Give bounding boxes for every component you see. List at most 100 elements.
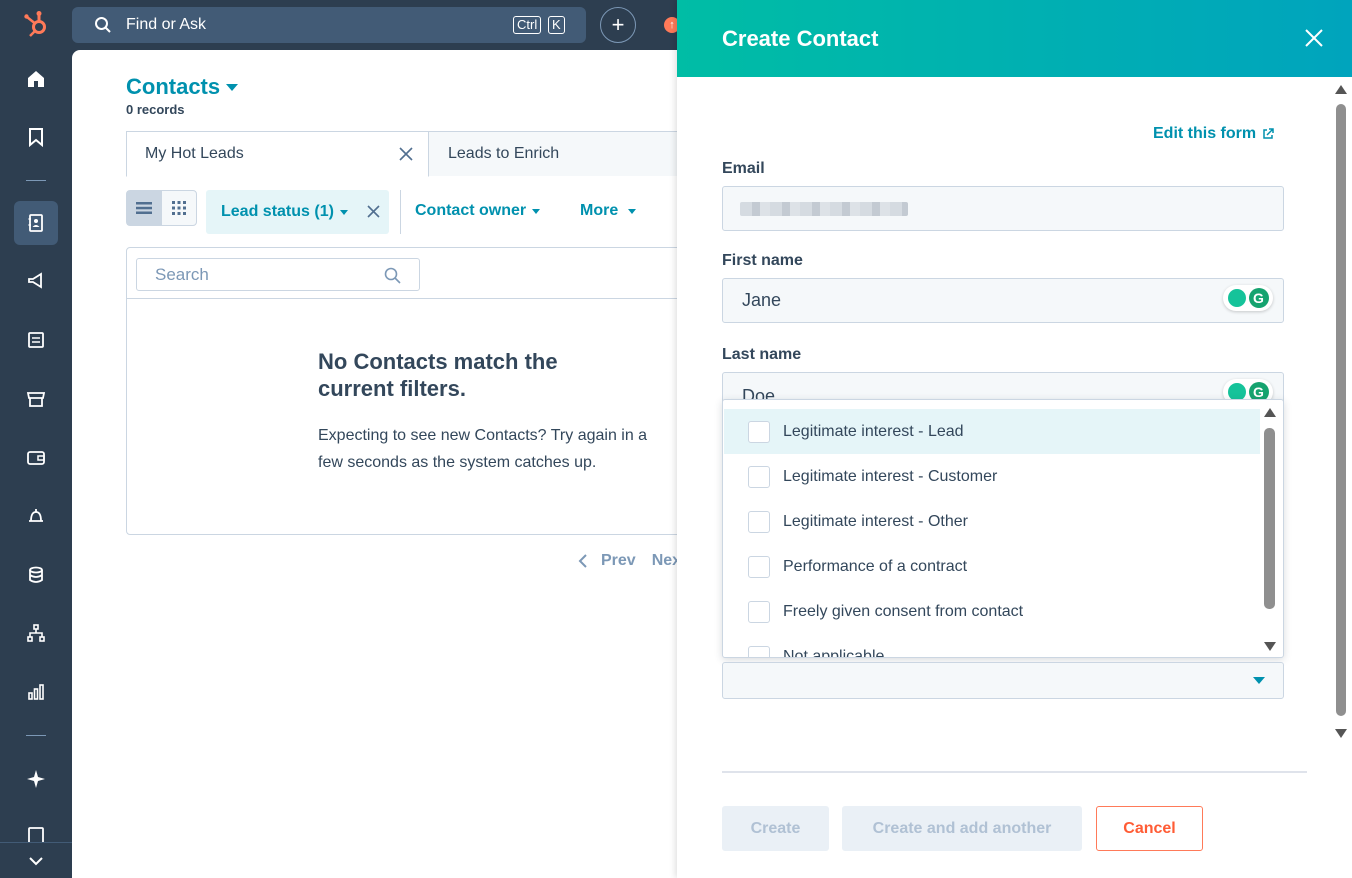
contact-owner-filter-label: Contact owner — [415, 202, 527, 219]
lead-status-filter[interactable]: Lead status (1) — [206, 190, 389, 234]
first-name-label: First name — [722, 252, 803, 269]
option-label: Not applicable — [783, 647, 885, 658]
close-icon[interactable] — [366, 204, 381, 219]
search-icon — [95, 17, 111, 33]
caret-down-icon — [532, 208, 541, 214]
legal-basis-dropdown: Legitimate interest - Lead Legitimate in… — [722, 399, 1284, 658]
more-filters[interactable]: More — [580, 202, 637, 220]
first-name-value: Jane — [742, 290, 782, 310]
prev-page-button[interactable]: Prev — [601, 552, 636, 570]
checkbox[interactable] — [748, 600, 770, 623]
marketing-megaphone-icon[interactable] — [14, 259, 58, 303]
option-label: Legitimate interest - Lead — [783, 422, 964, 440]
dropdown-option[interactable]: Legitimate interest - Other — [724, 499, 1260, 544]
top-bar: Find or Ask Ctrl K + ↑ — [72, 0, 692, 50]
wallet-icon[interactable] — [14, 436, 58, 480]
option-label: Legitimate interest - Other — [783, 512, 968, 530]
external-link-icon — [1263, 128, 1274, 139]
chevron-down-icon — [29, 856, 43, 865]
hubspot-logo-icon[interactable] — [22, 10, 52, 40]
dropdown-option[interactable]: Freely given consent from contact — [724, 589, 1260, 634]
dropdown-scrollbar[interactable] — [1264, 428, 1275, 609]
empty-state-body: Expecting to see new Contacts? Try again… — [318, 427, 648, 471]
scroll-up-arrow-icon[interactable] — [1264, 408, 1276, 417]
dropdown-option[interactable]: Not applicable — [724, 634, 1260, 658]
checkbox[interactable] — [748, 555, 770, 578]
automation-tree-icon[interactable] — [14, 611, 58, 655]
commerce-store-icon[interactable] — [14, 377, 58, 421]
global-search-placeholder: Find or Ask — [126, 16, 207, 33]
contacts-page: Contacts 0 records My Hot Leads Leads to… — [72, 50, 688, 878]
option-label: Performance of a contract — [783, 557, 968, 575]
tab-leads-to-enrich[interactable]: Leads to Enrich — [428, 131, 688, 176]
list-icon — [136, 202, 153, 214]
caret-down-icon — [339, 209, 348, 215]
object-switcher[interactable]: Contacts — [126, 74, 239, 100]
ai-sparkle-icon[interactable] — [14, 757, 58, 801]
nav-divider — [26, 180, 46, 181]
option-label: Freely given consent from contact — [783, 602, 1024, 620]
nav-collapse-toggle[interactable] — [0, 842, 72, 878]
table-toolbar: Search — [127, 248, 685, 299]
first-name-field[interactable]: Jane G — [722, 278, 1284, 323]
footer-divider — [722, 771, 1307, 773]
filter-divider — [400, 190, 401, 234]
panel-header: Create Contact — [677, 0, 1352, 77]
dropdown-option[interactable]: Legitimate interest - Lead — [724, 409, 1260, 454]
dropdown-option[interactable]: Legitimate interest - Customer — [724, 454, 1260, 499]
service-bell-icon[interactable] — [14, 494, 58, 538]
view-toggle — [126, 190, 197, 226]
checkbox[interactable] — [748, 420, 770, 443]
content-icon[interactable] — [14, 318, 58, 362]
home-icon[interactable] — [14, 57, 58, 101]
chevron-left-icon — [578, 554, 587, 568]
tab-label: My Hot Leads — [145, 145, 244, 162]
contacts-icon[interactable] — [14, 201, 58, 245]
nav-divider — [26, 735, 46, 736]
record-count: 0 records — [126, 102, 185, 117]
tab-my-hot-leads[interactable]: My Hot Leads — [126, 131, 429, 177]
scroll-down-arrow-icon[interactable] — [1264, 642, 1276, 651]
shortcut-ctrl-key: Ctrl — [513, 16, 542, 34]
create-and-add-another-button[interactable]: Create and add another — [842, 806, 1082, 851]
table-search-input[interactable]: Search — [136, 258, 420, 291]
developer-code-icon[interactable] — [14, 820, 58, 842]
scroll-up-arrow-icon[interactable] — [1335, 85, 1347, 94]
bookmark-icon[interactable] — [14, 115, 58, 159]
edit-form-label: Edit this form — [1153, 125, 1257, 142]
scroll-down-arrow-icon[interactable] — [1335, 729, 1347, 738]
pagination: Prev Next — [578, 552, 686, 570]
dropdown-option[interactable]: Performance of a contract — [724, 544, 1260, 589]
list-view-button[interactable] — [127, 191, 162, 225]
data-database-icon[interactable] — [14, 553, 58, 597]
caret-down-icon — [1253, 677, 1265, 684]
contact-owner-filter[interactable]: Contact owner — [415, 202, 541, 220]
grammarly-widget[interactable]: G — [1223, 285, 1273, 311]
close-icon[interactable] — [398, 146, 414, 162]
cancel-button[interactable]: Cancel — [1096, 806, 1203, 851]
reporting-chart-icon[interactable] — [14, 670, 58, 714]
create-button[interactable]: Create — [722, 806, 829, 851]
panel-scrollbar[interactable] — [1336, 104, 1346, 716]
caret-down-icon — [226, 83, 239, 91]
board-view-button[interactable] — [162, 191, 197, 225]
grammarly-icon: G — [1248, 288, 1269, 308]
last-name-label: Last name — [722, 346, 802, 363]
lightbulb-icon — [1227, 289, 1246, 307]
edit-form-link[interactable]: Edit this form — [1153, 125, 1274, 143]
checkbox[interactable] — [748, 510, 770, 533]
caret-down-icon — [628, 208, 637, 214]
create-contact-panel: Create Contact Edit this form Email Firs… — [677, 0, 1352, 878]
left-nav — [0, 0, 72, 878]
global-search-bar[interactable]: Find or Ask Ctrl K — [72, 7, 586, 43]
view-tabs: My Hot Leads Leads to Enrich — [126, 131, 688, 177]
grid-icon — [171, 201, 186, 215]
legal-basis-select[interactable] — [722, 662, 1284, 699]
create-new-button[interactable]: + — [600, 7, 636, 43]
email-label: Email — [722, 160, 765, 177]
close-icon[interactable] — [1304, 28, 1324, 48]
email-field[interactable] — [722, 186, 1284, 231]
checkbox[interactable] — [748, 645, 770, 657]
checkbox[interactable] — [748, 465, 770, 488]
search-icon — [384, 267, 401, 284]
